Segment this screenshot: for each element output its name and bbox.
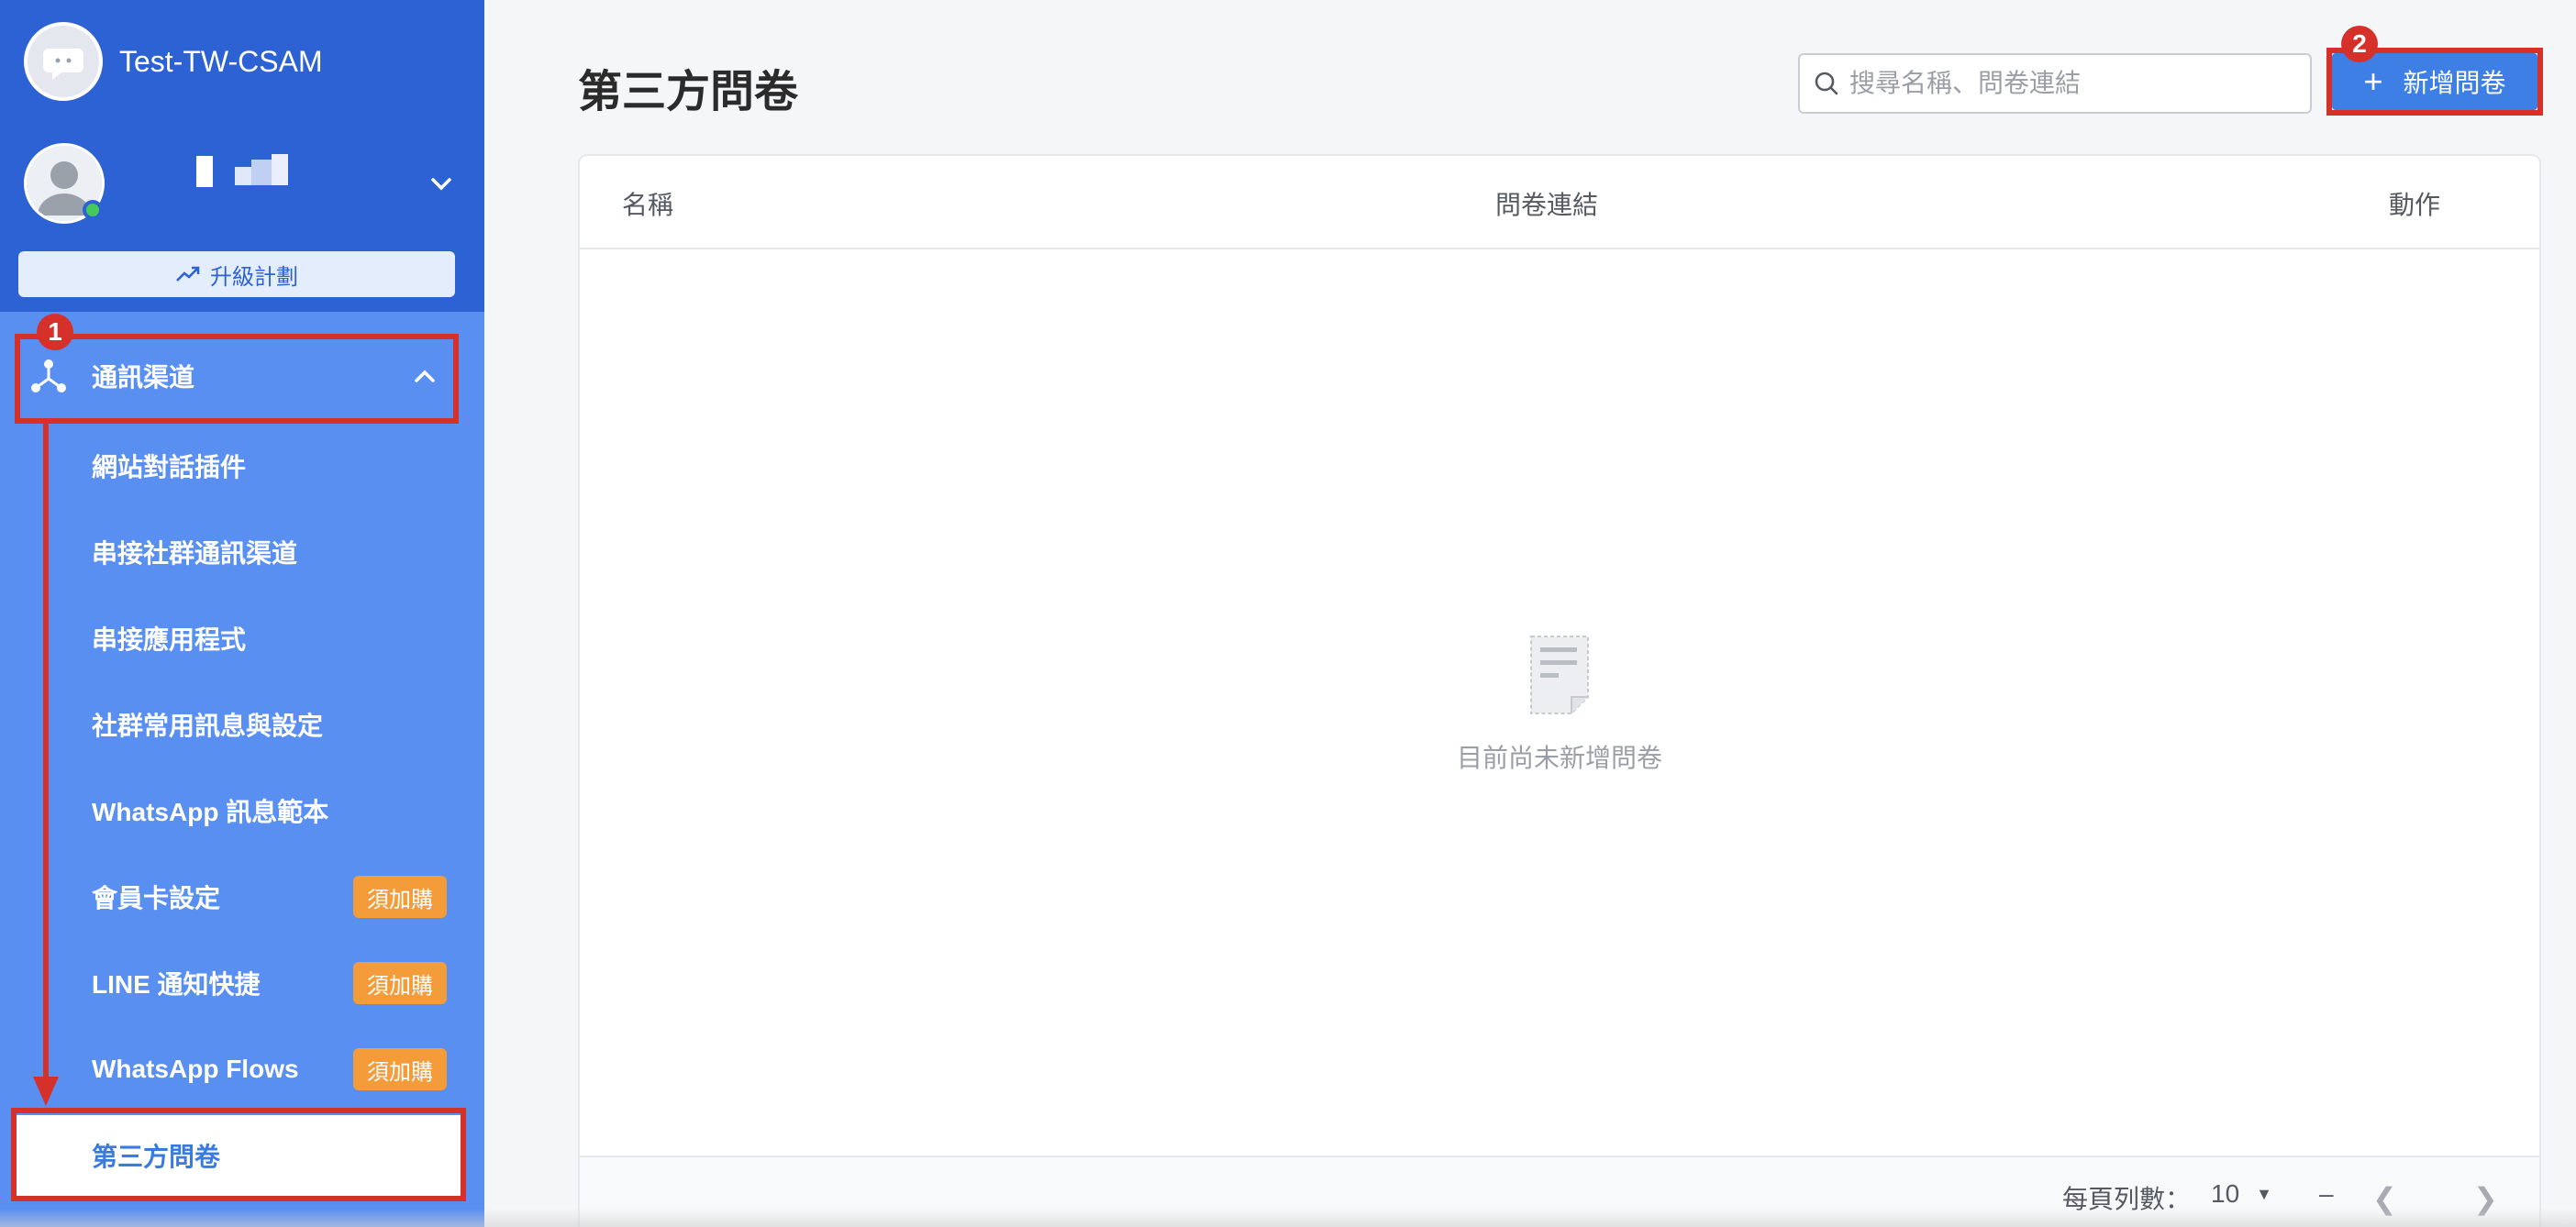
user-profile[interactable]: [24, 143, 464, 224]
rows-per-page-value: 10: [2211, 1179, 2240, 1208]
empty-state: 目前尚未新增問卷: [580, 633, 2539, 775]
sidebar-item-label: 網站對話插件: [92, 453, 247, 481]
user-name-redacted: [172, 149, 301, 187]
sidebar-item-label: LINE 通知快捷: [92, 970, 261, 999]
chat-bubble-icon: [43, 49, 83, 80]
sidebar-item-whatsapp-templates[interactable]: WhatsApp 訊息範本: [0, 768, 484, 854]
table-header: 名稱 問卷連結 動作: [580, 156, 2539, 249]
sidebar-item-whatsapp-flows[interactable]: WhatsApp Flows 須加購: [0, 1026, 484, 1112]
addon-required-badge: 須加購: [353, 1048, 447, 1090]
sidebar-header: Test-TW-CSAM 升級計劃: [0, 0, 484, 312]
empty-document-icon: [1530, 636, 1589, 714]
surveys-table: 名稱 問卷連結 動作 目前尚未新增問卷 每頁列數： 10 ▼ – ❮ ❯: [578, 154, 2541, 1227]
annotation-step-number: 1: [37, 314, 73, 350]
sidebar-item-label: 會員卡設定: [92, 884, 221, 912]
sidebar-item-social-channels[interactable]: 串接社群通訊渠道: [0, 509, 484, 595]
search-icon: [1815, 72, 1838, 95]
column-header-survey-link[interactable]: 問卷連結: [1495, 185, 1598, 222]
pagination-range: –: [2319, 1179, 2334, 1208]
search-input[interactable]: [1849, 69, 2290, 98]
bottom-edge-shadow: [0, 1209, 2576, 1227]
upgrade-plan-button[interactable]: 升級計劃: [18, 251, 455, 297]
annotation-step-number: 2: [2341, 26, 2378, 62]
caret-down-icon: ▼: [2256, 1184, 2272, 1203]
upgrade-plan-label: 升級計劃: [210, 264, 298, 290]
sidebar-item-web-chat-plugin[interactable]: 網站對話插件: [0, 423, 484, 509]
trending-up-icon: [176, 266, 200, 282]
annotation-highlight-target-item: [11, 1108, 466, 1201]
sidebar-item-label: 串接社群通訊渠道: [92, 539, 298, 568]
empty-state-message: 目前尚未新增問卷: [1456, 744, 1662, 772]
app-root: Test-TW-CSAM 升級計劃 通訊渠道 網站對話插件 串接社群通訊渠道 串…: [0, 0, 2576, 1227]
search-field[interactable]: [1798, 53, 2312, 114]
org-logo: [24, 22, 103, 101]
sidebar-item-label: 串接應用程式: [92, 625, 247, 654]
sidebar-item-label: 社群常用訊息與設定: [92, 712, 324, 740]
sidebar-item-line-notify-shortcut[interactable]: LINE 通知快捷 須加購: [0, 940, 484, 1026]
sidebar-item-label: WhatsApp Flows: [92, 1055, 299, 1083]
org-switcher[interactable]: Test-TW-CSAM: [24, 22, 323, 101]
online-status-dot: [83, 200, 103, 220]
addon-required-badge: 須加購: [353, 876, 447, 918]
main-content: 第三方問卷 + 新增問卷 2 名稱 問卷連結 動作: [484, 0, 2576, 1227]
column-header-actions: 動作: [2389, 191, 2441, 219]
sidebar-item-social-messages-settings[interactable]: 社群常用訊息與設定: [0, 681, 484, 768]
rows-per-page-select[interactable]: 10 ▼: [2211, 1179, 2272, 1209]
chevron-down-icon[interactable]: [426, 169, 457, 200]
sidebar-item-label: WhatsApp 訊息範本: [92, 798, 329, 826]
sidebar-item-connect-apps[interactable]: 串接應用程式: [0, 595, 484, 681]
page-title: 第三方問卷: [578, 68, 799, 116]
sidebar-item-membership-card[interactable]: 會員卡設定 須加購: [0, 854, 484, 940]
org-name: Test-TW-CSAM: [119, 44, 323, 78]
annotation-highlight-step1: [15, 334, 459, 424]
addon-required-badge: 須加購: [353, 962, 447, 1004]
annotation-arrow-down-icon: [33, 424, 59, 1106]
column-header-name[interactable]: 名稱: [622, 185, 673, 222]
sidebar: Test-TW-CSAM 升級計劃 通訊渠道 網站對話插件 串接社群通訊渠道 串…: [0, 0, 484, 1227]
